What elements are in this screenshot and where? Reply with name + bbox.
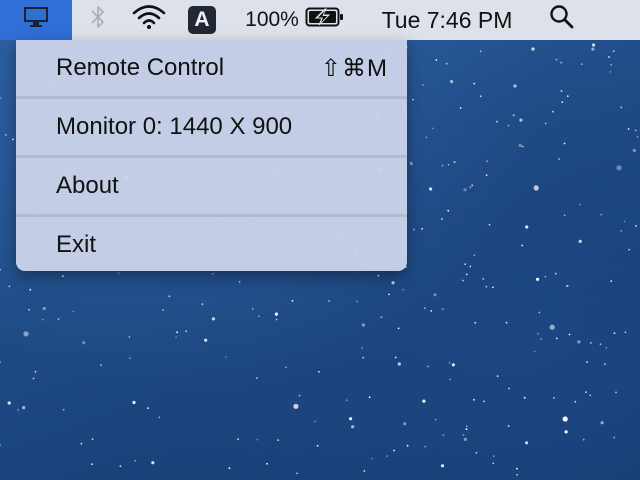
battery-charging-icon (305, 6, 345, 34)
bluetooth-status-item[interactable] (72, 0, 124, 40)
keyboard-shortcut: ⇧⌘M (320, 54, 388, 82)
menu-item-label: Remote Control (56, 54, 225, 81)
monitor-icon (22, 5, 50, 35)
desktop: A 100% Tue 7:46 PM Remote Control ⇧⌘M Mo… (0, 0, 640, 480)
menu-item-label: Monitor 0: 1440 X 900 (56, 113, 293, 140)
menu-item-about[interactable]: About (16, 158, 407, 214)
menu-bar: A 100% Tue 7:46 PM (0, 0, 640, 40)
menu-item-label: About (56, 172, 119, 199)
menu-item-label: Exit (56, 231, 97, 258)
menu-item-monitor[interactable]: Monitor 0: 1440 X 900 (16, 99, 407, 155)
search-icon (549, 4, 575, 36)
clock-status-item[interactable]: Tue 7:46 PM (360, 0, 534, 40)
input-source-badge: A (188, 6, 216, 34)
battery-status-item[interactable]: 100% (230, 0, 360, 40)
wifi-icon (132, 4, 166, 36)
menu-item-remote-control[interactable]: Remote Control ⇧⌘M (16, 40, 407, 96)
battery-percent: 100% (245, 8, 299, 31)
app-status-item[interactable] (0, 0, 72, 40)
clock-text: Tue 7:46 PM (381, 6, 513, 33)
input-source-status-item[interactable]: A (174, 0, 230, 40)
wifi-status-item[interactable] (124, 0, 174, 40)
spotlight-status-item[interactable] (534, 0, 590, 40)
status-dropdown-menu: Remote Control ⇧⌘M Monitor 0: 1440 X 900… (16, 40, 407, 271)
bluetooth-icon (90, 4, 106, 36)
menu-item-exit[interactable]: Exit (16, 217, 407, 271)
